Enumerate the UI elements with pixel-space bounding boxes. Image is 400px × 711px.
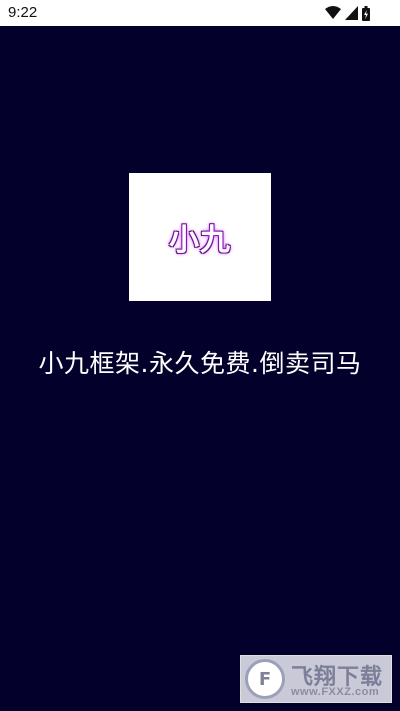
battery-icon bbox=[362, 5, 370, 21]
wifi-icon bbox=[325, 6, 341, 19]
status-bar: 9:22 bbox=[0, 0, 400, 26]
watermark: F 飞翔下载 www.FXXZ.com bbox=[240, 655, 392, 703]
logo-text: 小九 bbox=[169, 223, 231, 258]
headline-text: 小九框架.永久免费.倒卖司马 bbox=[38, 349, 362, 378]
status-icons bbox=[325, 5, 370, 21]
status-time: 9:22 bbox=[8, 4, 38, 21]
watermark-url: www.FXXZ.com bbox=[291, 686, 380, 698]
screen: 9:22 小九 小九框架.永久免费.倒卖司马 F 飞翔下载 www.FXXZ.c… bbox=[0, 0, 400, 711]
signal-icon bbox=[345, 6, 358, 20]
watermark-emblem-icon: F bbox=[245, 659, 285, 699]
logo-card: 小九 bbox=[129, 173, 271, 301]
